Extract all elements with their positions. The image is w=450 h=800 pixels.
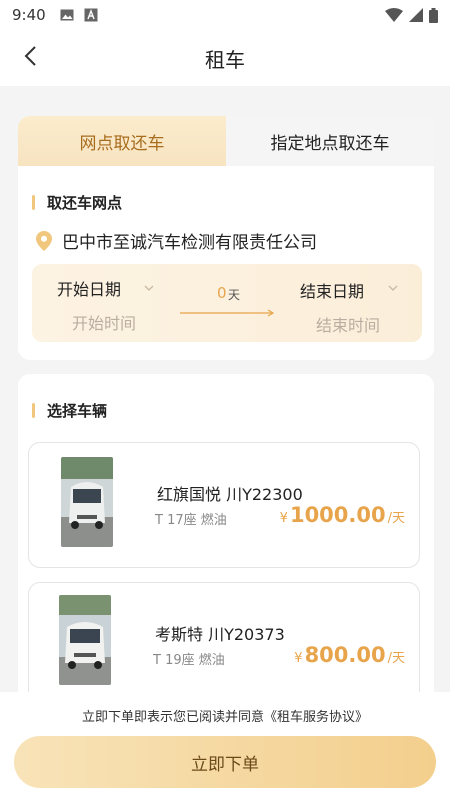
end-time-placeholder[interactable]: 结束时间: [316, 312, 380, 336]
vehicle-price: ¥ 800.00 /天: [294, 643, 405, 667]
page-title: 租车: [205, 47, 245, 72]
start-chevron-down-icon[interactable]: [144, 284, 154, 292]
price-amount: 800.00: [304, 643, 386, 667]
font-icon: [84, 8, 98, 22]
vehicle-spec: T 19座 燃油: [153, 653, 225, 668]
status-bar: 9:40: [0, 0, 450, 30]
vehicle-photo: [61, 457, 113, 547]
agreement-text: 立即下单即表示您已阅读并同意: [81, 710, 264, 725]
pickup-section-label: 取还车网点: [47, 194, 123, 212]
pickup-section-title: 取还车网点: [32, 192, 122, 213]
pickup-card: 网点取还车 指定地点取还车 取还车网点 巴中市至诚汽车检测有限责任公司 开始日期…: [18, 116, 434, 360]
price-amount: 1000.00: [289, 503, 386, 527]
rental-days-unit: 天: [228, 288, 241, 302]
agreement-notice: 立即下单即表示您已阅读并同意《租车服务协议》: [0, 706, 450, 725]
price-currency: ¥: [279, 511, 288, 526]
price-unit: /天: [387, 511, 405, 526]
signal-icon: [409, 8, 423, 22]
vehicle-name: 考斯特 川Y20373: [155, 625, 285, 644]
tab-store-pickup[interactable]: 网点取还车: [18, 116, 226, 166]
vehicle-card-section: 选择车辆 红旗国悦 川Y22300 T 17座 燃油 ¥ 1000.00 /天: [18, 374, 434, 708]
end-date-label[interactable]: 结束日期: [300, 278, 364, 302]
price-currency: ¥: [294, 651, 303, 666]
wifi-icon: [385, 8, 403, 22]
price-unit: /天: [387, 651, 405, 666]
start-date-label[interactable]: 开始日期: [57, 276, 121, 300]
bottom-action-bar: 立即下单即表示您已阅读并同意《租车服务协议》 立即下单: [0, 692, 450, 800]
back-arrow-icon[interactable]: [18, 42, 46, 70]
vehicle-name: 红旗国悦 川Y22300: [157, 485, 303, 504]
vehicle-section-label: 选择车辆: [47, 402, 108, 420]
vehicle-section-title: 选择车辆: [32, 400, 107, 421]
date-range-selector: 开始日期 开始时间 0 天 结束日期 结束时间: [32, 264, 422, 342]
section-accent-bar: [32, 195, 35, 210]
nav-bar: 租车: [0, 30, 450, 86]
vehicle-item[interactable]: 考斯特 川Y20373 T 19座 燃油 ¥ 800.00 /天: [28, 582, 420, 708]
pickup-tabs: 网点取还车 指定地点取还车: [18, 116, 434, 166]
tab-designated-pickup[interactable]: 指定地点取还车: [226, 116, 434, 166]
place-order-button[interactable]: 立即下单: [14, 736, 436, 788]
location-pin-icon: [36, 230, 52, 251]
rental-days-count: 0: [217, 284, 227, 302]
battery-icon: [429, 7, 438, 23]
vehicle-price: ¥ 1000.00 /天: [280, 503, 405, 527]
vehicle-item[interactable]: 红旗国悦 川Y22300 T 17座 燃油 ¥ 1000.00 /天: [28, 442, 420, 568]
start-time-placeholder[interactable]: 开始时间: [72, 310, 136, 334]
status-time: 9:40: [12, 6, 46, 24]
agreement-link[interactable]: 《租车服务协议》: [264, 710, 368, 725]
vehicle-photo: [59, 595, 111, 685]
end-chevron-down-icon[interactable]: [388, 284, 398, 292]
vehicle-spec: T 17座 燃油: [155, 513, 227, 528]
pickup-location-text: 巴中市至诚汽车检测有限责任公司: [62, 233, 317, 253]
arrow-right-icon: [180, 309, 275, 317]
section-accent-bar: [32, 403, 35, 418]
pickup-location[interactable]: 巴中市至诚汽车检测有限责任公司: [36, 228, 317, 253]
gallery-icon: [60, 9, 74, 21]
